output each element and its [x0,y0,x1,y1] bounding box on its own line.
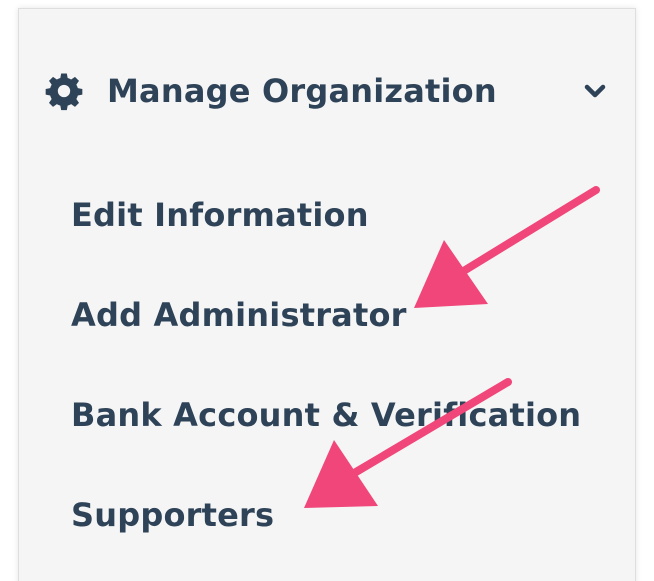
menu-item-add-administrator: Add Administrator [71,299,631,399]
chevron-down-icon[interactable] [579,75,611,107]
add-administrator-link[interactable]: Add Administrator [71,299,407,331]
menu-item-supporters: Supporters [71,499,631,581]
menu-item-bank-account-verification: Bank Account & Verification [71,399,631,499]
manage-organization-toggle[interactable]: Manage Organization [43,63,606,119]
menu-item-edit-information: Edit Information [71,199,631,299]
manage-organization-title: Manage Organization [107,72,497,110]
manage-organization-panel: Manage Organization Edit Information Add… [18,8,636,581]
edit-information-link[interactable]: Edit Information [71,199,369,231]
manage-organization-menu: Edit Information Add Administrator Bank … [71,199,631,581]
gear-icon [43,70,85,112]
supporters-link[interactable]: Supporters [71,499,274,531]
bank-account-verification-link[interactable]: Bank Account & Verification [71,399,581,431]
